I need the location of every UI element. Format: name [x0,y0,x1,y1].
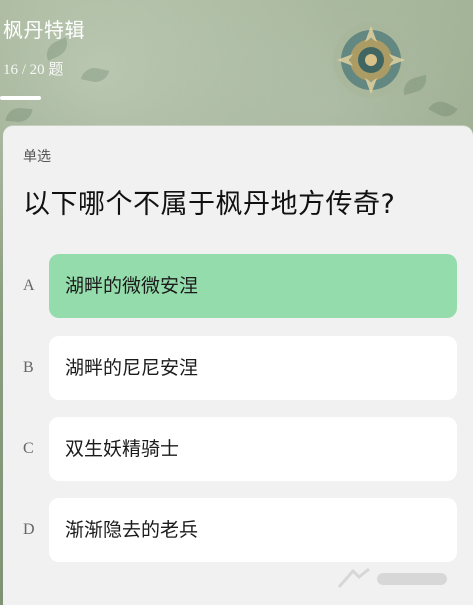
option-letter: D [23,521,35,538]
option-label: 双生妖精骑士 [65,438,180,460]
quiz-header: 枫丹特辑 16 / 20 题 [0,0,473,120]
question-text: 以下哪个不属于枫丹地方传奇? [23,189,396,220]
option-button[interactable]: 渐渐隐去的老兵 [49,498,457,562]
fontaine-emblem-icon [333,22,409,98]
option-label: 渐渐隐去的老兵 [65,519,199,541]
option-letter: A [23,277,35,294]
question-progress-text: 16 / 20 题 [3,62,64,78]
option-letter: B [23,359,34,376]
watermark-decoration [337,567,447,588]
question-type-label: 单选 [23,149,51,165]
option-button[interactable]: 湖畔的微微安涅 [49,254,457,318]
option-d[interactable]: D 渐渐隐去的老兵 [3,498,473,562]
option-button[interactable]: 湖畔的尼尼安涅 [49,336,457,400]
option-button[interactable]: 双生妖精骑士 [49,417,457,481]
option-a[interactable]: A 湖畔的微微安涅 [3,254,473,318]
progress-bar-fill [0,96,41,100]
option-b[interactable]: B 湖畔的尼尼安涅 [3,336,473,400]
option-c[interactable]: C 双生妖精骑士 [3,417,473,481]
option-label: 湖畔的尼尼安涅 [65,357,199,379]
page-title: 枫丹特辑 [3,18,85,42]
option-letter: C [23,440,34,457]
option-label: 湖畔的微微安涅 [65,275,199,297]
question-card: 单选 以下哪个不属于枫丹地方传奇? A 湖畔的微微安涅 B 湖畔的尼尼安涅 C … [3,126,473,605]
